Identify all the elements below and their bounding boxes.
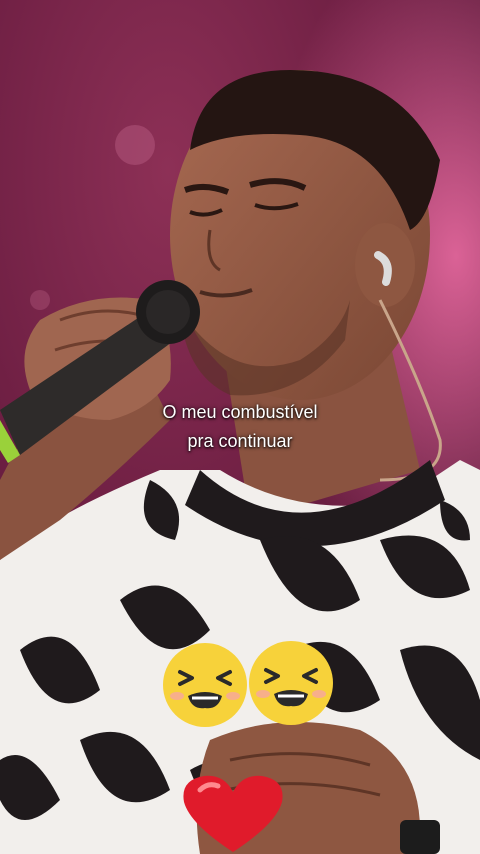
caption-line-2: pra continuar [187,431,293,451]
laughing-emoji-icon [249,641,333,725]
caption-line-1: O meu combustível [162,402,318,422]
video-frame[interactable]: O meu combustível pra continuar [0,0,480,854]
laughing-emoji-icon [163,643,247,727]
red-heart-icon [183,775,283,852]
lyrics-caption: O meu combustível pra continuar [0,398,480,456]
